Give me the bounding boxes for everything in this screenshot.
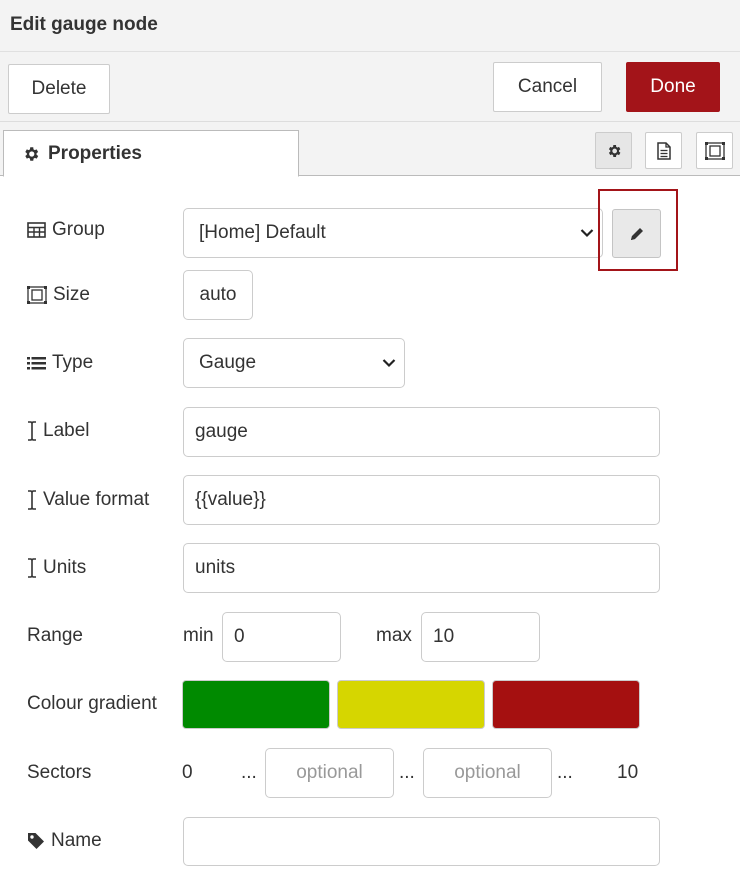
colour-swatch-mid[interactable] <box>337 680 485 729</box>
tab-properties-label: Properties <box>48 142 142 164</box>
range-label: Range <box>27 625 83 646</box>
object-group-icon <box>704 141 725 160</box>
value-format-label-row: Value format <box>27 485 149 515</box>
value-format-label: Value format <box>43 489 150 510</box>
name-input[interactable] <box>183 817 660 866</box>
description-tab-button[interactable] <box>645 132 682 169</box>
units-input[interactable]: units <box>183 543 660 593</box>
sectors-ellipsis: ... <box>399 762 415 783</box>
size-label: Size <box>53 284 90 305</box>
tab-properties[interactable]: Properties <box>3 130 299 177</box>
sectors-start-value: 0 <box>182 762 193 783</box>
type-select-value: Gauge <box>199 352 257 373</box>
sectors-ellipsis: ... <box>557 762 573 783</box>
i-cursor-icon <box>28 421 36 441</box>
gear-icon <box>608 144 620 157</box>
range-min-label: min <box>183 625 214 646</box>
label-input-value: gauge <box>195 421 248 442</box>
dialog-toolbar: Delete Cancel Done <box>0 52 740 122</box>
name-label-row: Name <box>27 826 102 856</box>
range-min-value: 0 <box>234 626 245 647</box>
size-label-row: Size <box>27 280 90 310</box>
list-icon <box>27 356 46 369</box>
value-format-input-value: {{value}} <box>195 489 266 510</box>
cancel-button[interactable]: Cancel <box>493 62 602 112</box>
type-label: Type <box>52 352 94 373</box>
delete-button[interactable]: Delete <box>8 64 110 114</box>
colour-gradient-label-row: Colour gradient <box>27 689 157 719</box>
colour-swatch-low[interactable] <box>182 680 330 729</box>
group-label: Group <box>52 219 105 240</box>
sector-1-placeholder: optional <box>296 762 363 783</box>
range-max-input[interactable]: 10 <box>421 612 540 662</box>
range-label-row: Range <box>27 621 83 651</box>
i-cursor-icon <box>28 558 36 578</box>
sector-2-input[interactable]: optional <box>423 748 552 798</box>
file-text-icon <box>656 141 671 160</box>
gear-icon <box>25 146 39 161</box>
appearance-tab-button[interactable] <box>696 132 733 169</box>
edit-group-button[interactable] <box>612 209 661 258</box>
sector-2-placeholder: optional <box>454 762 521 783</box>
chevron-down-icon <box>580 229 594 238</box>
tag-icon <box>28 833 44 849</box>
label-label-row: Label <box>27 416 90 446</box>
label-label: Label <box>43 420 90 441</box>
group-label-row: Group <box>27 215 105 245</box>
i-cursor-icon <box>28 490 36 510</box>
object-group-icon <box>27 286 47 304</box>
sectors-label-row: Sectors <box>27 758 91 788</box>
range-min-input[interactable]: 0 <box>222 612 341 662</box>
units-input-value: units <box>195 557 236 578</box>
table-icon <box>27 222 46 238</box>
range-max-label: max <box>376 625 412 646</box>
group-select[interactable]: [Home] Default <box>183 208 603 258</box>
colour-swatch-high[interactable] <box>492 680 640 729</box>
name-label: Name <box>51 830 102 851</box>
type-select[interactable]: Gauge <box>183 338 405 388</box>
sectors-ellipsis: ... <box>241 762 257 783</box>
sectors-end-value: 10 <box>617 762 639 783</box>
pencil-icon <box>630 227 643 240</box>
node-settings-tab-button[interactable] <box>595 132 632 169</box>
done-button[interactable]: Done <box>626 62 720 112</box>
dialog-title: Edit gauge node <box>10 14 158 35</box>
colour-gradient-label: Colour gradient <box>27 693 157 714</box>
units-label-row: Units <box>27 553 86 583</box>
label-input[interactable]: gauge <box>183 407 660 457</box>
chevron-down-icon <box>382 359 396 368</box>
range-max-value: 10 <box>433 626 455 647</box>
units-label: Units <box>43 557 87 578</box>
size-value: auto <box>199 284 237 305</box>
sector-1-input[interactable]: optional <box>265 748 394 798</box>
value-format-input[interactable]: {{value}} <box>183 475 660 525</box>
sectors-label: Sectors <box>27 762 92 783</box>
group-select-value: [Home] Default <box>199 222 326 243</box>
type-label-row: Type <box>27 348 93 378</box>
dialog-header: Edit gauge node <box>0 0 740 52</box>
size-button[interactable]: auto <box>183 270 253 320</box>
tab-bar: Properties <box>0 122 740 177</box>
